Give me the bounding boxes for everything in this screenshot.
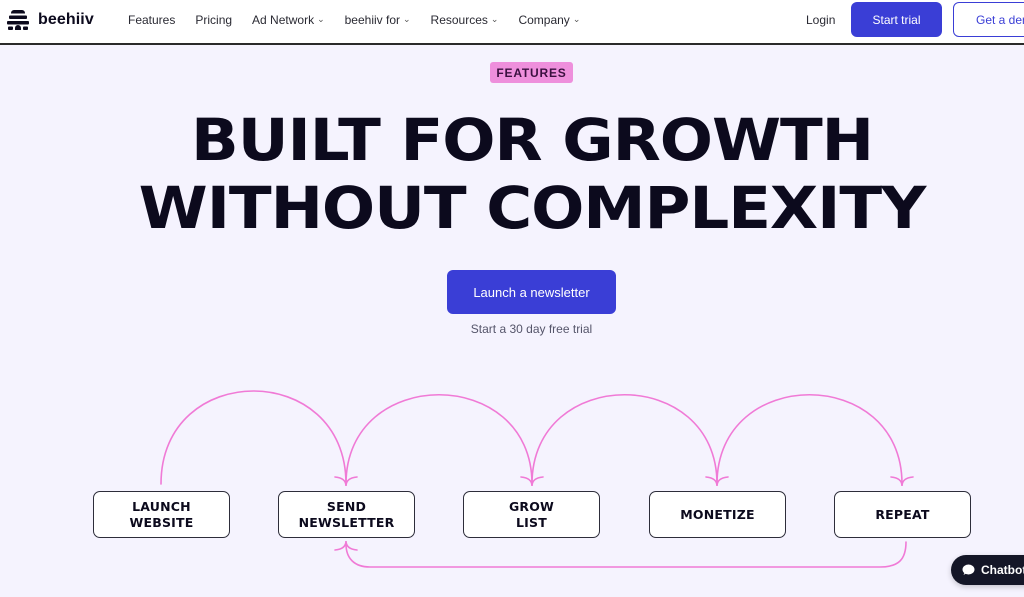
arrow-launch-to-send xyxy=(160,390,347,485)
get-demo-button[interactable]: Get a demo xyxy=(953,2,1024,37)
nav-link-label: Ad Network xyxy=(252,13,315,27)
step-label: SEND NEWSLETTER xyxy=(298,498,395,530)
arrowhead-send xyxy=(334,476,358,487)
arrow-send-to-grow xyxy=(345,394,533,485)
step-label: MONETIZE xyxy=(680,506,755,522)
nav-link-beehiiv-for[interactable]: beehiiv for ⌄ xyxy=(345,13,411,27)
chatbot-button[interactable]: Chatbot xyxy=(951,555,1024,585)
beehive-icon xyxy=(7,10,29,30)
arrowhead-grow xyxy=(520,476,544,487)
free-trial-note: Start a 30 day free trial xyxy=(470,322,593,336)
headline-line-1: BUILT FOR GROWTH xyxy=(191,106,874,174)
nav-link-ad-network[interactable]: Ad Network ⌄ xyxy=(252,13,325,27)
chatbot-label: Chatbot xyxy=(981,563,1024,577)
start-trial-button[interactable]: Start trial xyxy=(851,2,942,37)
step-send-newsletter: SEND NEWSLETTER xyxy=(278,491,415,538)
step-launch-website: LAUNCH WEBSITE xyxy=(93,491,230,538)
nav-link-pricing[interactable]: Pricing xyxy=(195,13,232,27)
logo-text: beehiiv xyxy=(38,11,94,28)
headline-line-2: WITHOUT COMPLEXITY xyxy=(138,174,927,242)
step-label: GROW LIST xyxy=(508,498,555,530)
top-navigation: beehiiv Features Pricing Ad Network ⌄ be… xyxy=(0,0,1024,45)
arrowhead-repeat xyxy=(890,476,914,487)
chevron-down-icon: ⌄ xyxy=(403,13,411,24)
nav-link-features[interactable]: Features xyxy=(128,13,175,27)
launch-newsletter-button[interactable]: Launch a newsletter xyxy=(447,270,616,314)
arrowhead-monetize xyxy=(705,476,729,487)
login-link[interactable]: Login xyxy=(806,13,835,27)
nav-link-label: Pricing xyxy=(195,13,233,27)
chevron-down-icon: ⌄ xyxy=(490,13,499,24)
arrow-grow-to-monetize xyxy=(531,394,718,485)
nav-link-label: Resources xyxy=(430,13,488,27)
step-repeat: REPEAT xyxy=(834,491,971,538)
nav-link-label: beehiiv for xyxy=(344,13,400,27)
step-label: LAUNCH WEBSITE xyxy=(129,498,194,530)
chevron-down-icon: ⌄ xyxy=(317,13,325,24)
nav-links: Features Pricing Ad Network ⌄ beehiiv fo… xyxy=(128,13,580,27)
chevron-down-icon: ⌄ xyxy=(572,13,581,24)
chat-bubble-icon xyxy=(962,564,975,575)
nav-link-resources[interactable]: Resources ⌄ xyxy=(431,13,499,27)
arrowhead-loop xyxy=(334,540,358,551)
nav-link-label: Features xyxy=(128,13,176,27)
step-grow-list: GROW LIST xyxy=(463,491,600,538)
page-title: BUILT FOR GROWTH WITHOUT COMPLEXITY xyxy=(0,106,1024,242)
step-monetize: MONETIZE xyxy=(649,491,786,538)
step-label: REPEAT xyxy=(875,506,930,522)
arrow-repeat-loop xyxy=(345,541,907,568)
logo[interactable]: beehiiv xyxy=(6,9,94,31)
arrow-monetize-to-repeat xyxy=(716,394,903,485)
nav-link-label: Company xyxy=(518,13,570,27)
features-badge: FEATURES xyxy=(490,62,573,83)
nav-link-company[interactable]: Company ⌄ xyxy=(518,13,580,27)
